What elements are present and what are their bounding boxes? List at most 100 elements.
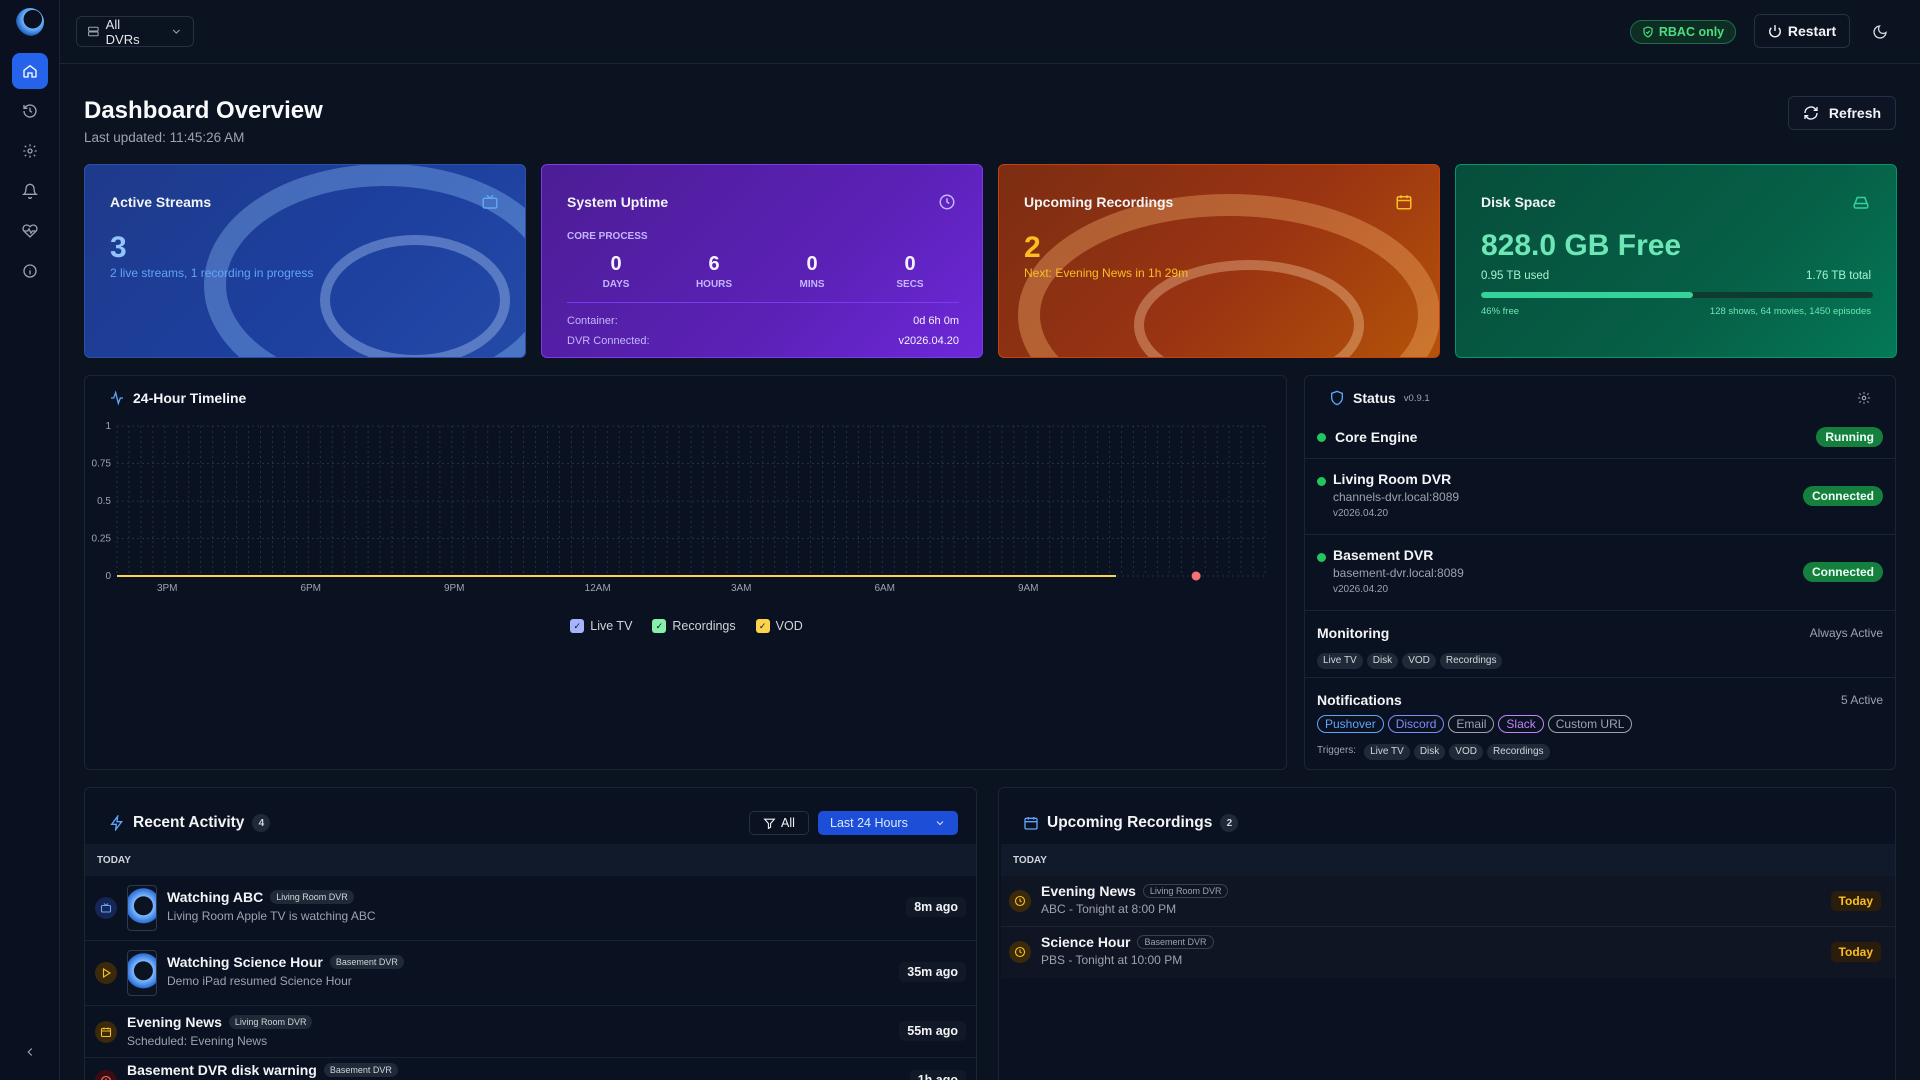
upcoming-title-text: Upcoming Recordings <box>1047 814 1213 831</box>
activity-row[interactable]: Watching ABC Living Room DVR Living Room … <box>85 876 976 941</box>
history-icon <box>23 104 37 118</box>
channel-thumbnail <box>127 950 157 996</box>
dvr-badge: Basement DVR <box>329 955 404 969</box>
activity-type-icon <box>95 1070 117 1080</box>
sidebar-item-about[interactable] <box>12 253 48 289</box>
activity-time: 55m ago <box>899 1021 966 1041</box>
active-streams-card[interactable]: Active Streams 3 2 live streams, 1 recor… <box>84 164 526 358</box>
channel-thumbnail <box>127 885 157 931</box>
activity-row[interactable]: Basement DVR disk warning Basement DVR 1h… <box>85 1058 976 1080</box>
notification-channel-tag[interactable]: Slack <box>1498 715 1544 733</box>
restart-button[interactable]: Restart <box>1754 14 1850 48</box>
system-uptime-card[interactable]: System Uptime CORE PROCESS 0 DAYS 6 HOURS … <box>541 164 983 358</box>
time-range-select[interactable]: Last 24 Hours <box>818 811 958 835</box>
dvr-badge: Living Room DVR <box>270 890 354 904</box>
last-updated: Last updated: 11:45:26 AM <box>84 130 245 145</box>
shield-check-icon <box>1643 26 1653 38</box>
disk-total: 1.76 TB total <box>1806 270 1871 282</box>
legend-checkbox[interactable]: ✓ <box>755 619 770 633</box>
legend-checkbox[interactable]: ✓ <box>652 619 667 633</box>
monitoring-tags: Live TV Disk VOD Recordings <box>1317 650 1506 669</box>
dvr-select[interactable]: All DVRs <box>76 16 194 47</box>
status-panel: Status v0.9.1 Core Engine Running Living… <box>1304 375 1896 770</box>
dvr-state: Connected <box>1802 486 1883 506</box>
activity-filter-button[interactable]: All <box>749 811 809 835</box>
disk-used: 0.95 TB used <box>1481 270 1550 282</box>
disk-space-card[interactable]: Disk Space 828.0 GB Free 0.95 TB used 1.… <box>1455 164 1897 358</box>
upcoming-value: 2 <box>1024 231 1041 264</box>
sidebar-item-history[interactable] <box>12 93 48 129</box>
notification-channel-tag[interactable]: Discord <box>1387 715 1445 733</box>
sidebar-item-settings[interactable] <box>12 133 48 169</box>
notifications-row: Notifications 5 Active Pushover Discord Em… <box>1305 678 1895 768</box>
y-tick-label: 0.5 <box>97 496 111 507</box>
today-badge: Today <box>1830 942 1881 962</box>
notification-channels: Pushover Discord Email Slack Custom URL <box>1317 715 1636 733</box>
upcoming-row[interactable]: Science Hour Basement DVR PBS - Tonight a… <box>1001 927 1895 978</box>
disk-free-percent: 46% free <box>1481 306 1520 317</box>
bell-icon <box>22 183 38 199</box>
chevron-down-icon <box>173 29 181 34</box>
dvr-row: Living Room DVR channels-dvr.local:8089 … <box>1305 459 1895 535</box>
notification-channel-tag[interactable]: Email <box>1448 715 1495 733</box>
dvr-version: v2026.04.20 <box>1333 508 1389 519</box>
container-row: Container: 0d 6h 0m <box>567 315 959 327</box>
legend-item[interactable]: ✓ Recordings <box>652 619 736 633</box>
dvr-connected-value: v2026.04.20 <box>898 335 959 347</box>
hard-drive-icon <box>1853 196 1869 209</box>
core-engine-state: Running <box>1816 427 1883 447</box>
timeline-legend: ✓ Live TV ✓ Recordings ✓ VOD <box>85 619 1288 633</box>
time-range-label: Last 24 Hours <box>830 816 908 830</box>
legend-checkbox[interactable]: ✓ <box>570 619 585 633</box>
legend-label: Recordings <box>672 619 736 633</box>
notifications-state: 5 Active <box>1840 693 1883 707</box>
filter-icon <box>763 818 776 829</box>
dvr-select-label: All DVRs <box>105 16 140 47</box>
chevron-down-icon <box>936 821 944 826</box>
upcoming-clock-icon <box>1009 941 1031 963</box>
activity-item-title: Basement DVR disk warning <box>127 1062 317 1078</box>
calendar-icon <box>1024 817 1038 830</box>
sidebar-item-notifications[interactable] <box>12 173 48 209</box>
activity-row[interactable]: Evening News Living Room DVR Scheduled: E… <box>85 1006 976 1058</box>
x-tick-label: 6PM <box>300 583 321 594</box>
legend-item[interactable]: ✓ Live TV <box>570 619 632 633</box>
timeline-chart[interactable]: 0 0.25 0.5 0.75 1 3PM 6PM 9PM 12AM 3AM 6AM 9AM <box>85 416 1288 616</box>
activity-row[interactable]: Watching Science Hour Basement DVR Demo i… <box>85 941 976 1006</box>
timeline-panel: 24-Hour Timeline 0 0.25 0.5 0.75 1 3PM 6PM 9PM 1… <box>84 375 1287 770</box>
timeline-title-text: 24-Hour Timeline <box>133 390 247 406</box>
app-logo[interactable] <box>16 8 44 36</box>
upcoming-count-badge: 2 <box>1220 814 1239 832</box>
legend-item[interactable]: ✓ VOD <box>755 619 803 633</box>
calendar-icon <box>1396 195 1412 210</box>
theme-toggle[interactable] <box>1868 20 1892 44</box>
legend-label: VOD <box>775 619 803 633</box>
play-icon <box>102 968 112 978</box>
refresh-button[interactable]: Refresh <box>1788 96 1896 130</box>
heart-pulse-icon <box>22 224 38 238</box>
tag: Disk <box>1366 652 1399 669</box>
sidebar-item-health[interactable] <box>12 213 48 249</box>
x-tick-label: 6AM <box>874 583 895 594</box>
activity-title: Watching Science Hour Basement DVR <box>167 954 404 970</box>
dvr-name: Living Room DVR <box>1333 471 1452 487</box>
current-time-marker <box>1191 571 1201 581</box>
upcoming-item-title: Science Hour Basement DVR <box>1041 934 1214 950</box>
gear-icon <box>23 144 37 158</box>
today-badge: Today <box>1830 891 1881 911</box>
upcoming-recordings-card[interactable]: Upcoming Recordings 2 Next: Evening News… <box>998 164 1440 358</box>
upcoming-row[interactable]: Evening News Living Room DVR ABC - Tonigh… <box>1001 876 1895 927</box>
sidebar-item-home[interactable] <box>12 53 48 89</box>
notification-channel-tag[interactable]: Pushover <box>1317 715 1384 733</box>
dvr-host: channels-dvr.local:8089 <box>1333 490 1460 504</box>
collapse-sidebar-button[interactable] <box>18 1040 42 1064</box>
status-dot <box>1317 553 1326 562</box>
upcoming-recordings-panel: Upcoming Recordings 2 TODAY Evening News… <box>998 787 1896 1080</box>
activity-title: Basement DVR disk warning Basement DVR <box>127 1062 398 1078</box>
gear-icon[interactable] <box>1857 391 1871 405</box>
status-dot <box>1317 433 1326 442</box>
dvr-badge: Basement DVR <box>1137 935 1214 949</box>
info-icon <box>23 264 37 278</box>
uptime-value: 0 <box>904 253 916 275</box>
notification-channel-tag[interactable]: Custom URL <box>1547 715 1633 733</box>
